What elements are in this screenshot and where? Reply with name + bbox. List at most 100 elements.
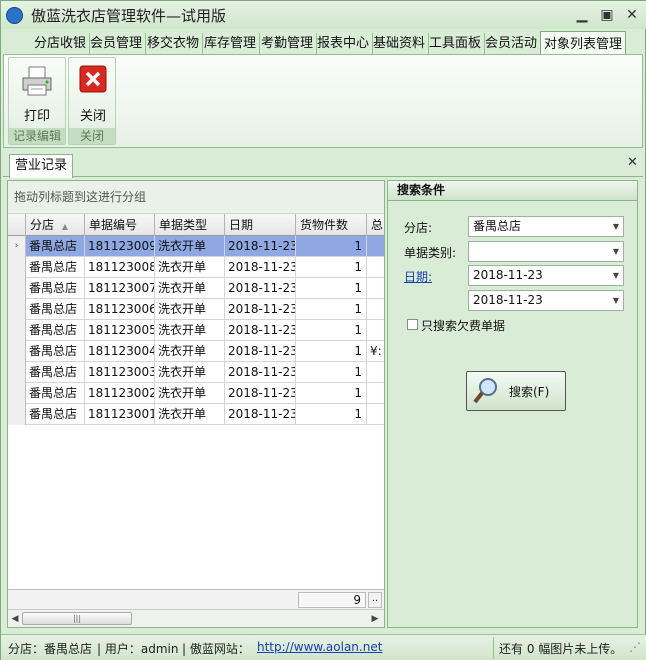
tab-attendance[interactable]: 考勤管理	[258, 33, 318, 55]
cell-qty[interactable]: 1	[296, 404, 367, 425]
cell-no[interactable]: 181123002	[85, 383, 155, 404]
table-row[interactable]: 番禺总店 181123005 洗衣开单 2018-11-23 1	[8, 320, 384, 341]
cell-type[interactable]: 洗衣开单	[155, 320, 225, 341]
cell-type[interactable]: 洗衣开单	[155, 404, 225, 425]
cell-qty[interactable]: 1	[296, 341, 367, 362]
cell-no[interactable]: 181123006	[85, 299, 155, 320]
cell-total[interactable]	[367, 404, 384, 425]
row-indicator[interactable]	[8, 383, 26, 404]
cell-qty[interactable]: 1	[296, 257, 367, 278]
cell-date[interactable]: 2018-11-23	[225, 299, 296, 320]
cell-type[interactable]: 洗衣开单	[155, 278, 225, 299]
tab-member-activity[interactable]: 会员活动	[482, 33, 542, 55]
cell-branch[interactable]: 番禺总店	[26, 320, 85, 341]
date-from-picker[interactable]: 2018-11-23 ▼	[468, 265, 624, 286]
column-header-qty[interactable]: 货物件数	[296, 214, 367, 236]
cell-total[interactable]	[367, 257, 384, 278]
cell-branch[interactable]: 番禺总店	[26, 404, 85, 425]
tab-transfer-clothes[interactable]: 移交衣物	[144, 33, 204, 55]
cell-no[interactable]: 181123007	[85, 278, 155, 299]
cell-type[interactable]: 洗衣开单	[155, 257, 225, 278]
row-indicator[interactable]	[8, 299, 26, 320]
cell-no[interactable]: 181123003	[85, 362, 155, 383]
scroll-left-icon[interactable]: ◀	[8, 611, 22, 627]
close-doc-icon[interactable]: ✕	[627, 155, 638, 170]
column-header-branch[interactable]: 分店 ▲	[26, 214, 85, 236]
cell-branch[interactable]: 番禺总店	[26, 341, 85, 362]
cell-branch[interactable]: 番禺总店	[26, 236, 85, 257]
row-indicator[interactable]	[8, 404, 26, 425]
cell-type[interactable]: 洗衣开单	[155, 341, 225, 362]
cell-date[interactable]: 2018-11-23	[225, 320, 296, 341]
tab-report-center[interactable]: 报表中心	[314, 33, 374, 55]
cell-qty[interactable]: 1	[296, 320, 367, 341]
column-header-bill-no[interactable]: 单据编号	[85, 214, 155, 236]
footer-more-button[interactable]: ..	[368, 592, 382, 608]
tab-business-records[interactable]: 营业记录	[9, 154, 73, 178]
date-to-picker[interactable]: 2018-11-23 ▼	[468, 290, 624, 311]
cell-total[interactable]	[367, 320, 384, 341]
cell-no[interactable]: 181123001	[85, 404, 155, 425]
cell-date[interactable]: 2018-11-23	[225, 362, 296, 383]
column-header-bill-type[interactable]: 单据类型	[155, 214, 225, 236]
cell-total[interactable]: ¥:	[367, 341, 384, 362]
arrears-only-label[interactable]: 只搜索欠费单据	[421, 317, 505, 334]
cell-type[interactable]: 洗衣开单	[155, 299, 225, 320]
tab-tool-panel[interactable]: 工具面板	[426, 33, 486, 55]
row-indicator[interactable]	[8, 362, 26, 383]
cell-type[interactable]: 洗衣开单	[155, 236, 225, 257]
cell-date[interactable]: 2018-11-23	[225, 236, 296, 257]
resize-grip-icon[interactable]: ⋰	[629, 640, 641, 654]
cell-total[interactable]	[367, 383, 384, 404]
table-row[interactable]: 番禺总店 181123004 洗衣开单 2018-11-23 1 ¥:	[8, 341, 384, 362]
cell-date[interactable]: 2018-11-23	[225, 404, 296, 425]
cell-total[interactable]	[367, 299, 384, 320]
cell-branch[interactable]: 番禺总店	[26, 299, 85, 320]
maximize-button[interactable]: ▣	[596, 5, 618, 25]
search-button[interactable]: 搜索(F)	[466, 371, 566, 411]
cell-qty[interactable]: 1	[296, 362, 367, 383]
cell-branch[interactable]: 番禺总店	[26, 362, 85, 383]
cell-date[interactable]: 2018-11-23	[225, 383, 296, 404]
cell-no[interactable]: 181123005	[85, 320, 155, 341]
tab-base-data[interactable]: 基础资料	[370, 33, 430, 55]
table-row[interactable]: 番禺总店 181123007 洗衣开单 2018-11-23 1	[8, 278, 384, 299]
cell-no[interactable]: 181123008	[85, 257, 155, 278]
cell-no[interactable]: 181123009	[85, 236, 155, 257]
tab-inventory[interactable]: 库存管理	[201, 33, 261, 55]
row-indicator[interactable]	[8, 257, 26, 278]
tab-branch-cashier[interactable]: 分店收银	[31, 33, 91, 55]
horizontal-scrollbar[interactable]: ◀ ||| ▶	[8, 609, 384, 627]
row-indicator[interactable]	[8, 278, 26, 299]
close-window-button[interactable]: ✕	[621, 5, 643, 25]
table-row[interactable]: 番禺总店 181123001 洗衣开单 2018-11-23 1	[8, 404, 384, 425]
group-by-hint[interactable]: 拖动列标题到这进行分组	[8, 181, 384, 214]
row-indicator[interactable]: ›	[8, 236, 26, 257]
bill-type-select[interactable]: ▼	[468, 241, 624, 262]
date-label-link[interactable]: 日期:	[404, 268, 432, 285]
website-link[interactable]: http://www.aolan.net	[257, 640, 382, 654]
table-row[interactable]: › 番禺总店 181123009 洗衣开单 2018-11-23 1	[8, 236, 384, 257]
print-button[interactable]: 打印	[10, 61, 64, 127]
column-header-date[interactable]: 日期	[225, 214, 296, 236]
row-indicator[interactable]	[8, 320, 26, 341]
cell-total[interactable]	[367, 236, 384, 257]
close-button[interactable]: 关闭	[66, 61, 120, 127]
minimize-button[interactable]: ▁	[571, 5, 593, 25]
cell-date[interactable]: 2018-11-23	[225, 341, 296, 362]
branch-select[interactable]: 番禺总店 ▼	[468, 216, 624, 237]
cell-qty[interactable]: 1	[296, 278, 367, 299]
cell-branch[interactable]: 番禺总店	[26, 278, 85, 299]
scroll-right-icon[interactable]: ▶	[368, 611, 382, 627]
cell-total[interactable]	[367, 362, 384, 383]
cell-branch[interactable]: 番禺总店	[26, 257, 85, 278]
table-row[interactable]: 番禺总店 181123003 洗衣开单 2018-11-23 1	[8, 362, 384, 383]
cell-no[interactable]: 181123004	[85, 341, 155, 362]
column-header-total[interactable]: 总	[367, 214, 384, 236]
tab-member-management[interactable]: 会员管理	[87, 33, 147, 55]
cell-qty[interactable]: 1	[296, 236, 367, 257]
table-row[interactable]: 番禺总店 181123008 洗衣开单 2018-11-23 1	[8, 257, 384, 278]
cell-date[interactable]: 2018-11-23	[225, 278, 296, 299]
cell-type[interactable]: 洗衣开单	[155, 362, 225, 383]
cell-date[interactable]: 2018-11-23	[225, 257, 296, 278]
